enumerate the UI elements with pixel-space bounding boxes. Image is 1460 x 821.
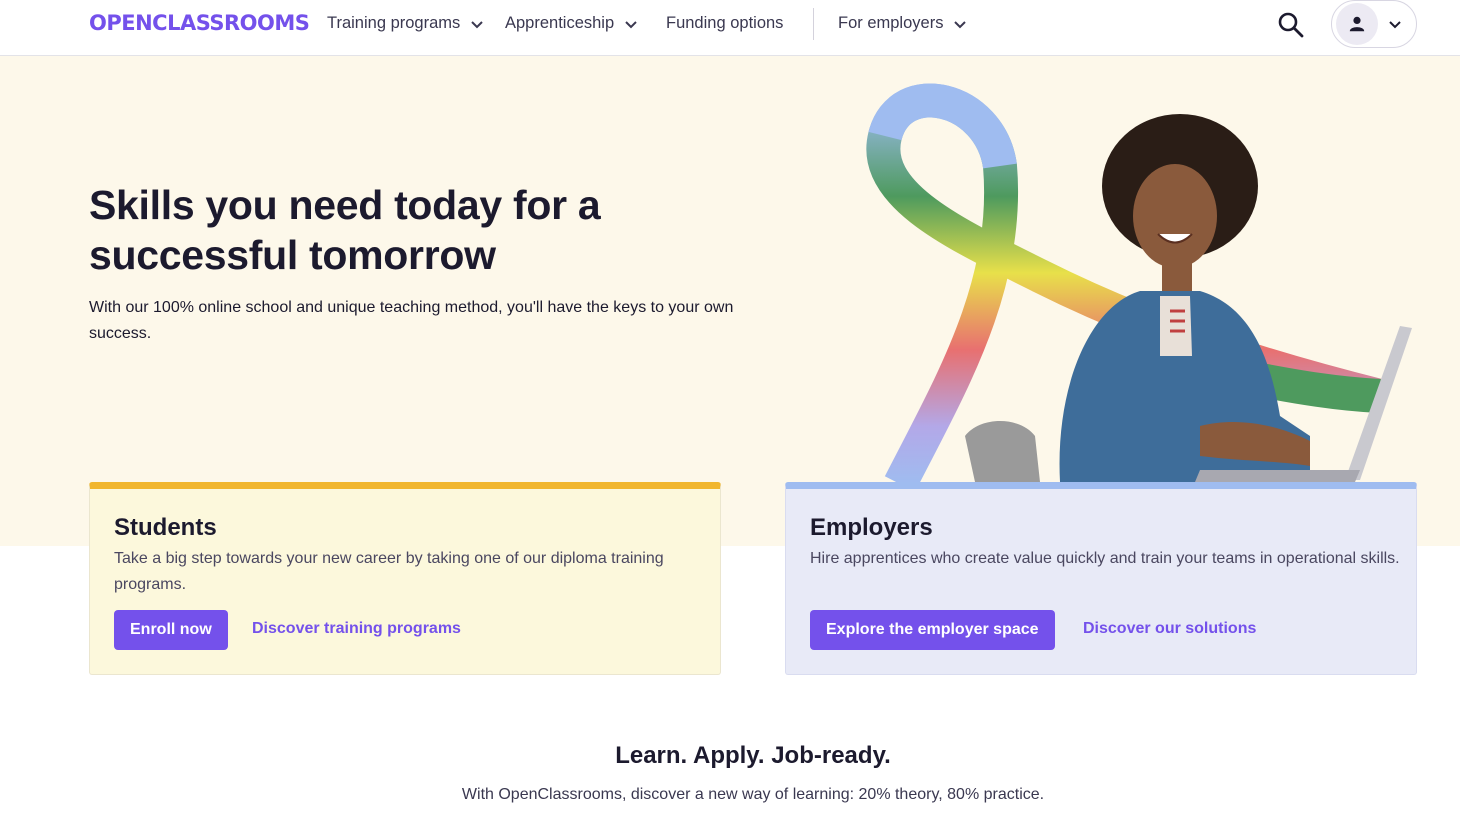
chevron-down-icon — [1389, 21, 1401, 29]
search-button[interactable] — [1276, 10, 1306, 40]
students-card: Students Take a big step towards your ne… — [89, 482, 721, 675]
search-icon — [1278, 12, 1304, 38]
account-menu-button[interactable] — [1331, 0, 1417, 48]
chevron-down-icon — [625, 20, 637, 28]
discover-our-solutions-link[interactable]: Discover our solutions — [1083, 620, 1256, 638]
chair-shape — [965, 421, 1040, 482]
avatar — [1336, 3, 1378, 45]
employers-title: Employers — [810, 514, 933, 541]
hero-title: Skills you need today for a successful t… — [89, 182, 601, 278]
students-title: Students — [114, 514, 217, 541]
chevron-down-icon — [954, 20, 967, 28]
chevron-down-icon — [471, 20, 483, 28]
nav-funding-options-label: Funding options — [666, 14, 784, 32]
openclassrooms-logo[interactable]: OPENCLASSROOMS — [89, 11, 310, 35]
nav-apprenticeship-label: Apprenticeship — [505, 14, 615, 32]
enroll-now-button[interactable]: Enroll now — [114, 610, 228, 650]
nav-apprenticeship[interactable]: Apprenticeship — [505, 14, 638, 33]
user-icon — [1349, 16, 1365, 32]
nav-for-employers-label: For employers — [838, 14, 944, 32]
top-navbar: OPENCLASSROOMS Training programs Apprent… — [0, 0, 1460, 56]
discover-training-programs-link[interactable]: Discover training programs — [252, 620, 461, 638]
students-description: Take a big step towards your new career … — [114, 550, 664, 593]
nav-funding-options[interactable]: Funding options — [666, 14, 783, 33]
employers-card: Employers Hire apprentices who create va… — [785, 482, 1417, 675]
nav-divider — [813, 8, 814, 40]
hero-section: Skills you need today for a successful t… — [0, 56, 1460, 546]
hero-subtitle: With our 100% online school and unique t… — [89, 299, 734, 342]
section-title: Learn. Apply. Job-ready. — [615, 742, 891, 769]
employers-description: Hire apprentices who create value quickl… — [810, 550, 1400, 567]
nav-training-programs-label: Training programs — [327, 14, 461, 32]
hero-illustration — [866, 83, 1412, 492]
section-subtitle: With OpenClassrooms, discover a new way … — [461, 786, 1045, 803]
nav-for-employers[interactable]: For employers — [838, 14, 967, 33]
nav-training-programs[interactable]: Training programs — [327, 14, 484, 33]
explore-employer-space-button[interactable]: Explore the employer space — [810, 610, 1055, 650]
